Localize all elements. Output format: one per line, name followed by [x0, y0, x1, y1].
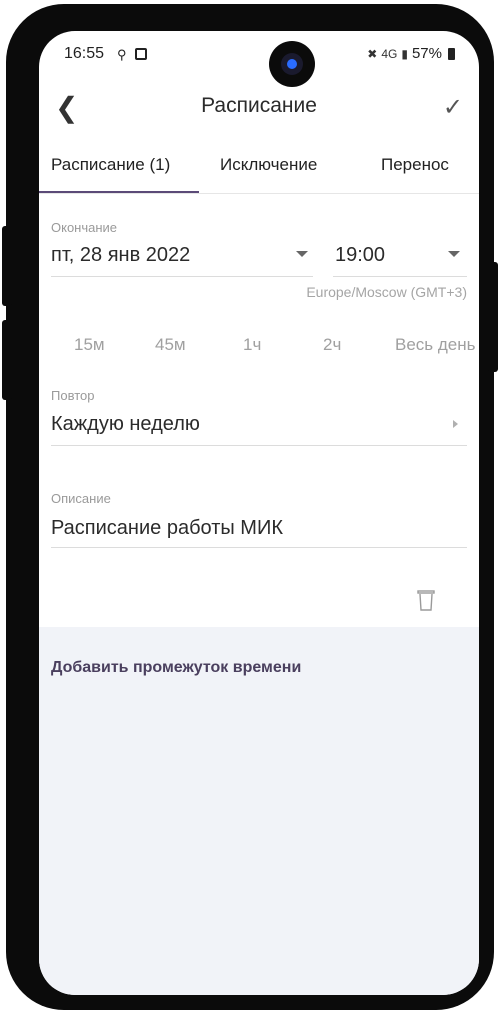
date-underline: [51, 276, 313, 277]
duration-chip-all-day[interactable]: Весь день: [395, 335, 476, 355]
time-underline: [333, 276, 467, 277]
status-time: 16:55: [64, 45, 105, 62]
end-date-select[interactable]: пт, 28 янв 2022: [51, 244, 190, 267]
search-status-icon: ⚲: [117, 47, 127, 62]
duration-chip-2h[interactable]: 2ч: [323, 335, 341, 355]
volume-button: [2, 226, 12, 306]
tab-schedule[interactable]: Расписание (1): [51, 155, 170, 175]
tab-bar-divider: [39, 193, 479, 194]
tab-transfer[interactable]: Перенос: [381, 155, 449, 175]
bixby-button: [2, 320, 12, 400]
tab-exception[interactable]: Исключение: [220, 155, 317, 175]
network-type-icon: 4G: [381, 46, 398, 61]
end-label: Окончание: [51, 220, 118, 235]
duration-chip-1h[interactable]: 1ч: [243, 335, 261, 355]
app-screen: 16:55 ⚲ ✖ 4G ▮ 57% ❮ Расписание ✓ Распис…: [39, 31, 479, 995]
repeat-label: Повтор: [51, 388, 95, 403]
description-input[interactable]: Расписание работы МИК: [51, 517, 283, 540]
description-underline: [51, 547, 467, 548]
front-camera: [269, 41, 315, 87]
battery-percent: 57%: [411, 45, 442, 62]
description-label: Описание: [51, 491, 111, 506]
battery-icon: [448, 47, 455, 60]
add-time-interval-button[interactable]: Добавить промежуток времени: [51, 659, 301, 677]
duration-chip-45m[interactable]: 45м: [155, 335, 186, 355]
delete-trash-icon[interactable]: [417, 589, 435, 611]
power-button: [488, 262, 498, 372]
repeat-underline: [51, 445, 467, 446]
save-check-button[interactable]: ✓: [443, 93, 463, 122]
phone-frame: 16:55 ⚲ ✖ 4G ▮ 57% ❮ Расписание ✓ Распис…: [6, 4, 494, 1010]
camera-indicator: [287, 59, 297, 69]
status-right: ✖ 4G ▮ 57%: [367, 45, 455, 62]
date-dropdown-arrow-icon[interactable]: [296, 251, 308, 257]
signal-icon: ▮: [401, 46, 408, 61]
time-dropdown-arrow-icon[interactable]: [448, 251, 460, 257]
repeat-chevron-icon[interactable]: [453, 420, 458, 428]
repeat-select[interactable]: Каждую неделю: [51, 413, 200, 436]
mute-icon: ✖: [367, 46, 378, 61]
timezone-label: Europe/Moscow (GMT+3): [306, 284, 467, 300]
bottom-panel: [39, 627, 479, 995]
end-time-select[interactable]: 19:00: [335, 244, 385, 267]
page-title: Расписание: [201, 94, 317, 117]
notification-status-icon: [135, 48, 147, 60]
duration-chip-15m[interactable]: 15м: [74, 335, 105, 355]
